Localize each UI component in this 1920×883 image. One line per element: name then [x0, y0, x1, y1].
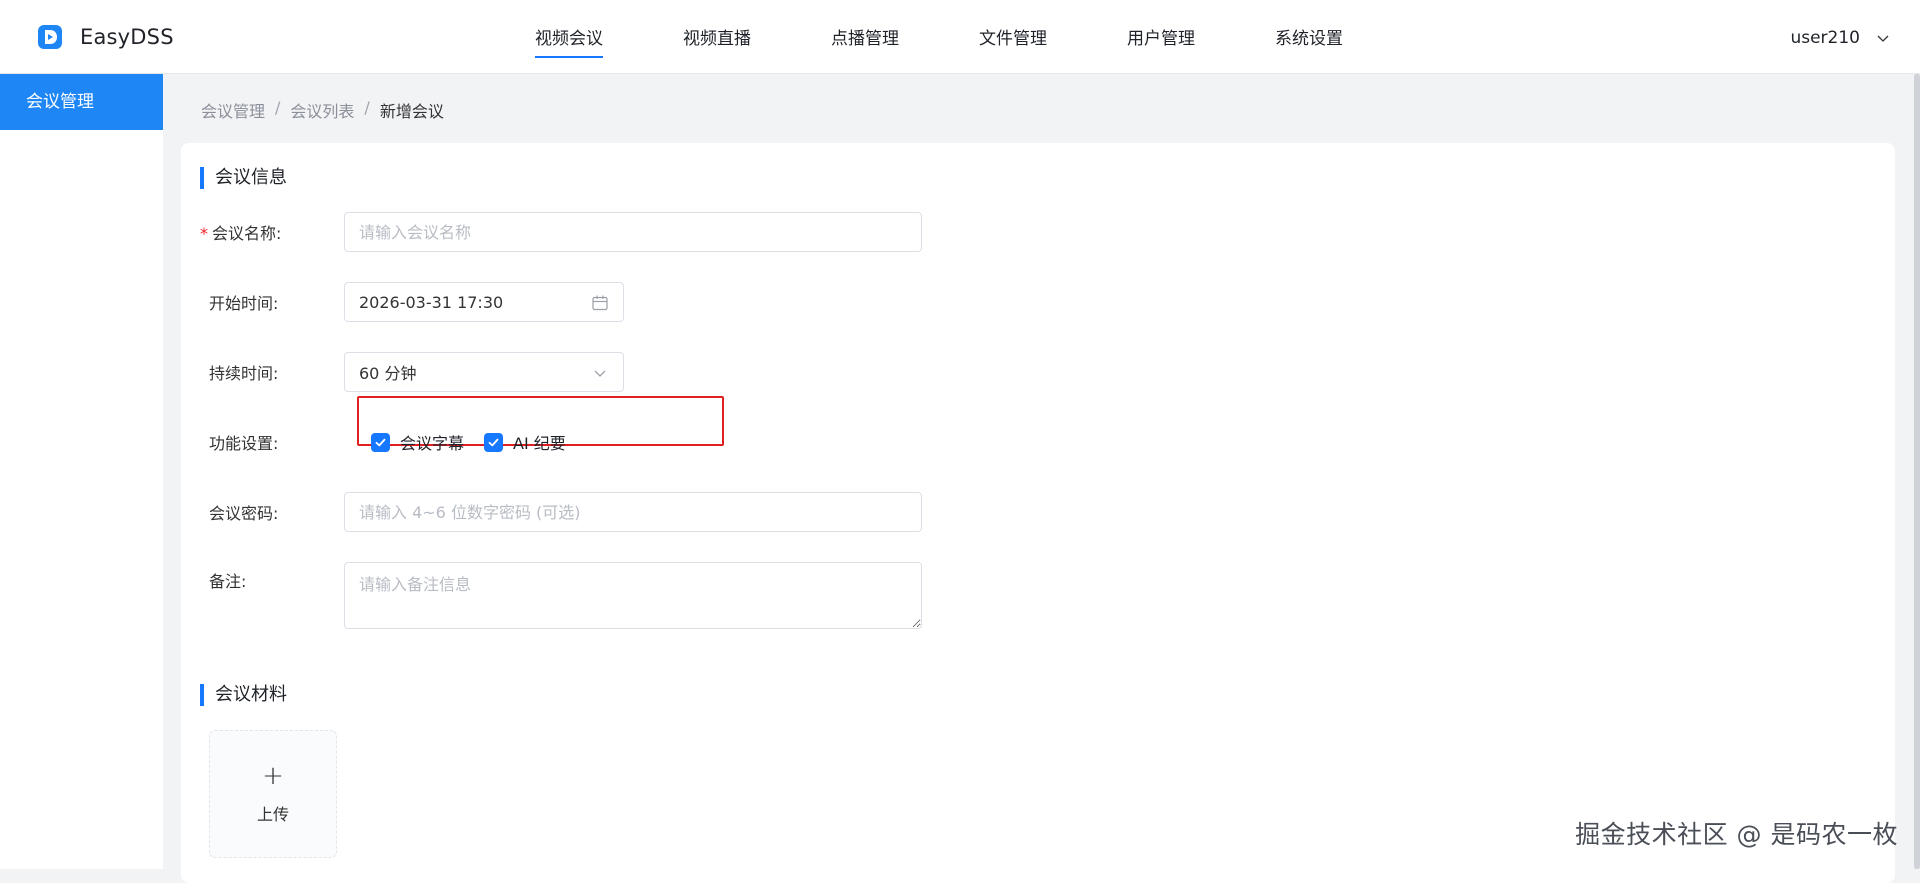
start-time-picker[interactable]: 2026-03-31 17:30 [344, 282, 624, 322]
form-row-name: * 会议名称: [200, 212, 922, 252]
form-row-duration: 持续时间: 60 分钟 [209, 352, 624, 392]
chevron-down-icon [1877, 35, 1889, 42]
user-name: user210 [1790, 28, 1860, 48]
upload-label: 上传 [256, 805, 289, 824]
nav-item-video-meeting[interactable]: 视频会议 [535, 0, 603, 74]
main-nav: 视频会议 视频直播 点播管理 文件管理 用户管理 系统设置 [535, 0, 1423, 74]
nav-item-live-stream[interactable]: 视频直播 [683, 0, 751, 74]
features-group: 会议字幕 AI 纪要 [371, 430, 586, 454]
upload-button[interactable]: + 上传 [209, 730, 337, 858]
breadcrumb-separator: / [364, 98, 370, 117]
scrollbar[interactable] [1914, 74, 1920, 869]
chevron-down-icon [594, 370, 606, 377]
duration-select[interactable]: 60 分钟 [344, 352, 624, 392]
duration-label: 持续时间: [209, 364, 279, 383]
nav-item-vod[interactable]: 点播管理 [831, 0, 899, 74]
breadcrumb-separator: / [275, 98, 281, 117]
start-time-label: 开始时间: [209, 294, 279, 313]
meeting-password-input[interactable] [344, 492, 922, 532]
meeting-name-input[interactable] [344, 212, 922, 252]
features-label: 功能设置: [209, 434, 279, 453]
section-title-meeting-info: 会议信息 [200, 167, 287, 189]
app-logo-icon [38, 25, 62, 49]
breadcrumb-item-meeting-list[interactable]: 会议列表 [290, 98, 354, 122]
section-title-materials: 会议材料 [200, 684, 287, 706]
start-time-value: 2026-03-31 17:30 [359, 292, 504, 312]
checkbox-checked-icon [484, 432, 504, 452]
sidebar-item-meeting-management[interactable]: 会议管理 [0, 74, 163, 130]
app-name: EasyDSS [80, 25, 174, 49]
notes-textarea[interactable] [344, 562, 922, 629]
subtitles-checkbox[interactable]: 会议字幕 [371, 430, 464, 454]
password-label: 会议密码: [209, 504, 279, 523]
nav-item-files[interactable]: 文件管理 [979, 0, 1047, 74]
user-menu[interactable]: user210 [1790, 28, 1890, 48]
duration-value: 60 分钟 [359, 364, 417, 383]
scroll-thumb[interactable] [1914, 74, 1920, 869]
name-label: * 会议名称: [200, 224, 282, 243]
brand[interactable]: EasyDSS [37, 24, 174, 50]
nav-item-users[interactable]: 用户管理 [1127, 0, 1195, 74]
nav-item-settings[interactable]: 系统设置 [1275, 0, 1343, 74]
form-row-start-time: 开始时间: 2026-03-31 17:30 [209, 282, 624, 322]
required-mark: * [200, 224, 208, 243]
sidebar: 会议管理 [0, 74, 163, 869]
form-card: 会议信息 *会议名称: 开始时间: 2026-03-31 17:30 持续时间:… [181, 143, 1895, 883]
checkbox-checked-icon [371, 432, 390, 452]
top-header: EasyDSS 视频会议 视频直播 点播管理 文件管理 用户管理 系统设置 us… [0, 0, 1920, 74]
watermark: 掘金技术社区 @ 是码农一枚 [1575, 820, 1898, 849]
ai-minutes-checkbox[interactable]: AI 纪要 [484, 430, 566, 454]
form-row-password: 会议密码: [209, 492, 922, 532]
ai-minutes-label: AI 纪要 [513, 434, 566, 453]
breadcrumb-item-new-meeting: 新增会议 [379, 102, 444, 121]
notes-label: 备注: [209, 572, 247, 591]
plus-icon: + [262, 761, 284, 791]
breadcrumb: 会议管理 / 会议列表 / 新增会议 [201, 98, 444, 122]
subtitles-label: 会议字幕 [400, 434, 465, 453]
form-row-features: 功能设置: 会议字幕 AI 纪要 [209, 396, 724, 462]
calendar-icon [592, 295, 608, 311]
form-row-notes: 备注: [209, 562, 922, 629]
breadcrumb-item-meeting-management[interactable]: 会议管理 [201, 98, 265, 122]
